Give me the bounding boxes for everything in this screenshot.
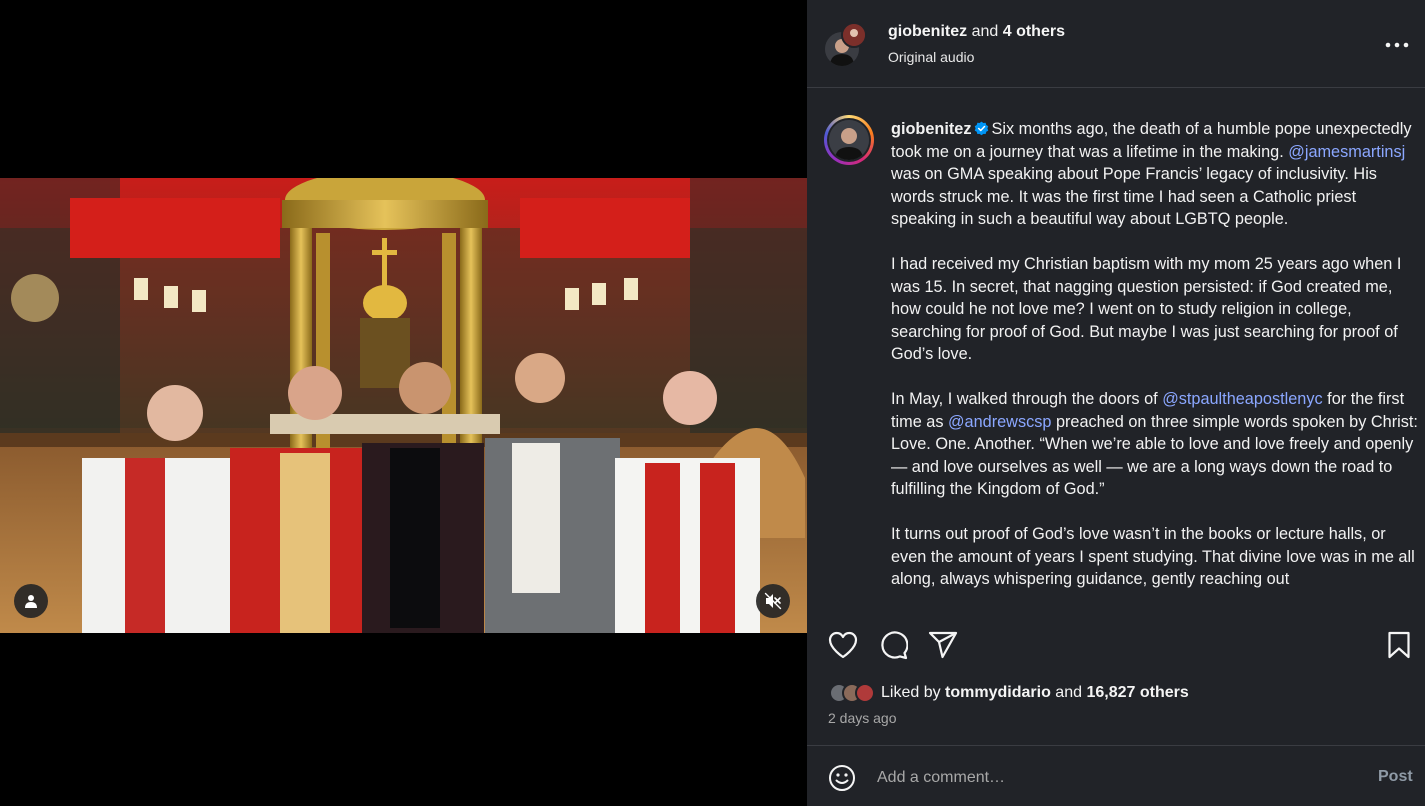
- save-button[interactable]: [1382, 628, 1416, 662]
- avatar-image: [843, 24, 865, 46]
- caption-username[interactable]: giobenitez: [891, 120, 972, 138]
- caption-text-segment: was on GMA speaking about Pope Francis’ …: [891, 165, 1377, 228]
- caption-paragraph-3: In May, I walked through the doors of @s…: [891, 388, 1418, 501]
- verified-badge-icon: [974, 121, 988, 136]
- mention-link[interactable]: @jamesmartinsj: [1288, 143, 1405, 161]
- post-comment-button[interactable]: Post: [1378, 768, 1413, 786]
- avatar-image: [829, 120, 869, 160]
- caption-author-avatar[interactable]: [824, 115, 874, 165]
- comment-input[interactable]: [877, 763, 1347, 793]
- likes-prefix: Liked by: [881, 684, 941, 701]
- caption-paragraph-1: giobenitez Six months ago, the death of a…: [891, 118, 1418, 231]
- caption-text-segment: In May, I walked through the doors of: [891, 390, 1163, 408]
- post-photo[interactable]: [0, 178, 807, 633]
- church-photo-illustration: [0, 178, 807, 633]
- likes-count-link[interactable]: 16,827 others: [1086, 684, 1188, 701]
- media-pane: [0, 0, 807, 806]
- more-horizontal-icon: [1385, 42, 1409, 48]
- header-and: and: [971, 23, 999, 40]
- comment-icon: [881, 631, 908, 660]
- mention-link[interactable]: @stpaultheapostlenyc: [1162, 390, 1322, 408]
- header-authors: giobenitez and 4 others: [888, 23, 1065, 41]
- caption-scroll-area[interactable]: giobenitez Six months ago, the death of a…: [807, 104, 1425, 612]
- mute-toggle-button[interactable]: [756, 584, 790, 618]
- share-button[interactable]: [926, 628, 960, 662]
- comment-bar: Post: [807, 745, 1425, 806]
- action-bar: [807, 620, 1425, 670]
- muted-speaker-icon: [764, 592, 782, 610]
- caption-paragraph-2: I had received my Christian baptism with…: [891, 255, 1402, 363]
- post-timestamp[interactable]: 2 days ago: [828, 710, 897, 726]
- user-tag-button[interactable]: [14, 584, 48, 618]
- mention-link[interactable]: @andrewscsp: [948, 413, 1051, 431]
- post-side-panel: giobenitez and 4 others Original audio g…: [807, 0, 1425, 806]
- emoji-button[interactable]: [827, 763, 857, 793]
- caption-text: giobenitez Six months ago, the death of a…: [891, 118, 1418, 612]
- bookmark-icon: [1388, 631, 1410, 659]
- likes-and: and: [1055, 684, 1082, 701]
- emoji-icon: [829, 765, 855, 791]
- collaborator-avatar[interactable]: [841, 22, 867, 48]
- liker-avatar: [855, 683, 875, 703]
- avatar-ring-gap: [827, 118, 871, 162]
- like-button[interactable]: [826, 628, 860, 662]
- post-header: giobenitez and 4 others Original audio: [807, 0, 1425, 88]
- heart-icon: [828, 631, 858, 659]
- caption-paragraph-4: It turns out proof of God’s love wasn’t …: [891, 525, 1415, 588]
- avatar-portrait: [829, 120, 869, 160]
- more-options-button[interactable]: [1382, 30, 1412, 60]
- likes-text: Liked by tommydidario and 16,827 others: [881, 684, 1189, 702]
- likes-summary: Liked by tommydidario and 16,827 others: [829, 681, 1189, 705]
- audio-link[interactable]: Original audio: [888, 49, 974, 65]
- user-tag-icon: [25, 595, 37, 608]
- share-icon: [928, 631, 958, 659]
- collaborators-link[interactable]: 4 others: [1003, 23, 1065, 40]
- liker-username[interactable]: tommydidario: [945, 684, 1051, 701]
- comment-button[interactable]: [876, 628, 910, 662]
- author-username[interactable]: giobenitez: [888, 23, 967, 40]
